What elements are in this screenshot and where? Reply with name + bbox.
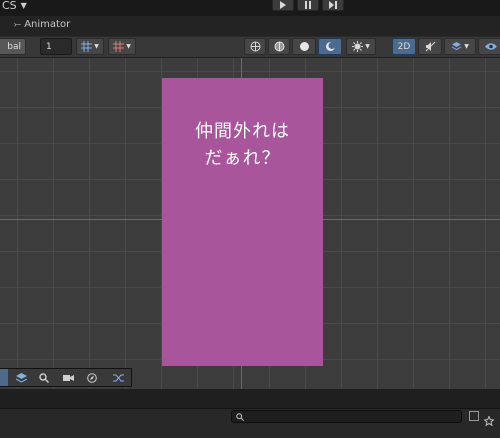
quiz-card-text: 仲間外れは だぁれ？: [162, 118, 323, 172]
lighting-button[interactable]: [318, 38, 342, 55]
compass-button[interactable]: [80, 369, 104, 386]
tab-strip: [0, 16, 500, 36]
camera-tool-button[interactable]: [56, 369, 80, 386]
toggle-2d-button[interactable]: 2D: [392, 38, 416, 55]
chevron-down-icon: ▼: [365, 43, 370, 50]
chevron-down-icon: ▼: [126, 43, 131, 50]
star-icon: [483, 415, 495, 427]
gizmos-icon: [451, 42, 462, 51]
layout-label: CS: [2, 0, 17, 12]
grid-snap-icon: [81, 41, 93, 52]
increment-snap-icon: [113, 41, 125, 52]
compass-icon: [87, 372, 97, 383]
grid-size-value: 1: [46, 41, 52, 52]
search-icon: [39, 372, 49, 383]
effects-button[interactable]: ▼: [346, 38, 376, 55]
play-button[interactable]: [272, 0, 294, 11]
solid-circle-icon: [299, 42, 309, 51]
bottom-panel-header: [0, 389, 500, 409]
filter-by-type-button[interactable]: [469, 411, 479, 421]
increment-snap-button[interactable]: ▼: [108, 38, 136, 55]
visibility-button[interactable]: [478, 38, 500, 55]
visibility-icon: [485, 43, 497, 50]
tab-animator-label: Animator: [24, 19, 71, 30]
gizmos-button[interactable]: ▼: [444, 38, 476, 55]
play-icon: [280, 0, 286, 9]
layout-dropdown[interactable]: CS ▼: [2, 0, 27, 12]
layers-icon: [15, 372, 27, 383]
pause-button[interactable]: [297, 0, 319, 11]
overlay-toolbar: [0, 368, 132, 387]
layers-button[interactable]: [9, 369, 33, 386]
grid-snap-button[interactable]: ▼: [76, 38, 104, 55]
animator-icon: ⤚: [14, 20, 22, 30]
view-tool-button[interactable]: [0, 369, 8, 386]
shaded-wireframe-button[interactable]: [268, 38, 290, 55]
search-button[interactable]: [32, 369, 56, 386]
lighting-icon: [325, 42, 335, 51]
shaded-button[interactable]: [292, 38, 316, 55]
step-icon: [328, 0, 337, 9]
audio-mute-button[interactable]: [418, 38, 442, 55]
favorite-button[interactable]: [483, 411, 495, 427]
search-input[interactable]: [231, 410, 462, 423]
pause-icon: [305, 0, 311, 9]
quiz-card-line1: 仲間外れは: [195, 121, 290, 142]
pivot-dropdown-label: bal: [7, 41, 21, 52]
pivot-dropdown[interactable]: bal: [0, 38, 26, 55]
shaded-sphere-icon: [274, 41, 284, 52]
tab-animator[interactable]: ⤚ Animator: [14, 19, 70, 30]
grid-size-field[interactable]: 1: [40, 38, 72, 55]
step-button[interactable]: [322, 0, 344, 11]
chevron-down-icon: ▼: [94, 43, 99, 50]
top-bar: [0, 0, 500, 16]
camera-tool-icon: [62, 374, 74, 381]
chevron-down-icon: ▼: [464, 43, 469, 50]
effects-icon: [352, 41, 364, 52]
wireframe-globe-icon: [250, 41, 260, 52]
shuffle-button[interactable]: [106, 369, 130, 386]
quiz-card-line2: だぁれ？: [204, 148, 281, 169]
chevron-down-icon: ▼: [20, 1, 27, 10]
quiz-card[interactable]: 仲間外れは だぁれ？: [162, 78, 323, 366]
wireframe-button[interactable]: [244, 38, 266, 55]
search-icon: [236, 413, 244, 421]
scene-view[interactable]: 仲間外れは だぁれ？: [0, 58, 500, 389]
toggle-2d-label: 2D: [397, 41, 411, 52]
audio-mute-icon: [425, 41, 435, 52]
shuffle-icon: [112, 374, 124, 381]
